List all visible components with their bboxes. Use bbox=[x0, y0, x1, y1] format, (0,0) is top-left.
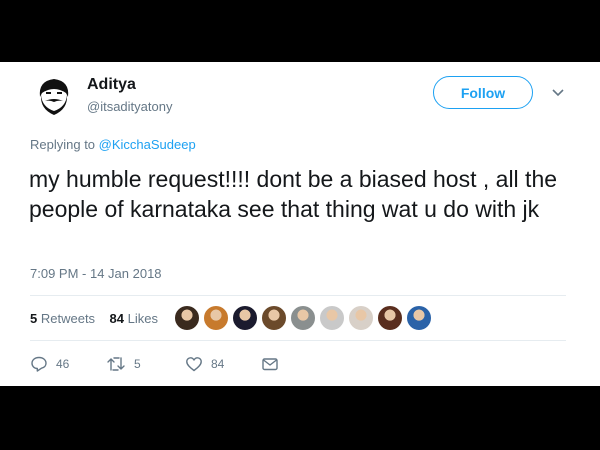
likes-count: 84 bbox=[109, 311, 124, 326]
follow-button[interactable]: Follow bbox=[433, 76, 533, 109]
like-count: 84 bbox=[211, 357, 225, 371]
liker-avatar[interactable] bbox=[348, 305, 374, 331]
retweets-count: 5 bbox=[30, 311, 38, 326]
liker-avatar[interactable] bbox=[174, 305, 200, 331]
reply-count: 46 bbox=[56, 357, 70, 371]
envelope-icon bbox=[262, 358, 278, 371]
retweet-count: 5 bbox=[134, 357, 141, 371]
reply-action[interactable]: 46 bbox=[30, 354, 69, 374]
liker-avatar[interactable] bbox=[406, 305, 432, 331]
likes-stat[interactable]: 84 Likes bbox=[110, 311, 158, 326]
retweets-label: Retweets bbox=[40, 311, 96, 326]
liker-avatar[interactable] bbox=[319, 305, 345, 331]
retweet-icon bbox=[107, 357, 125, 371]
tweet-text: my humble request!!!! dont be a biased h… bbox=[29, 166, 558, 222]
divider bbox=[30, 340, 566, 341]
liker-avatar[interactable] bbox=[377, 305, 403, 331]
retweets-stat[interactable]: 5 Retweets bbox=[30, 311, 95, 326]
tweet-stats: 5 Retweets 84 Likes bbox=[30, 311, 158, 326]
mustache-face-icon bbox=[32, 73, 76, 117]
reply-icon bbox=[31, 356, 47, 372]
user-handle[interactable]: @itsadityatony bbox=[87, 99, 172, 114]
liker-avatar[interactable] bbox=[232, 305, 258, 331]
replying-to-label: Replying to bbox=[30, 137, 99, 152]
tweet-card: Aditya @itsadityatony Follow Replying to… bbox=[0, 62, 600, 386]
liker-avatar[interactable] bbox=[261, 305, 287, 331]
retweet-action[interactable]: 5 bbox=[106, 354, 141, 374]
replying-to: Replying to @KicchaSudeep bbox=[30, 137, 196, 152]
mention-link[interactable]: @KicchaSudeep bbox=[99, 137, 196, 152]
heart-icon bbox=[186, 357, 202, 372]
liker-avatar[interactable] bbox=[203, 305, 229, 331]
chevron-down-icon[interactable] bbox=[551, 88, 565, 98]
likes-label: Likes bbox=[127, 311, 158, 326]
liker-avatar[interactable] bbox=[290, 305, 316, 331]
direct-message-action[interactable] bbox=[261, 354, 279, 374]
user-avatar[interactable] bbox=[32, 73, 76, 117]
like-action[interactable]: 84 bbox=[185, 354, 224, 374]
divider bbox=[30, 295, 566, 296]
user-name[interactable]: Aditya bbox=[87, 76, 136, 94]
tweet-timestamp[interactable]: 7:09 PM - 14 Jan 2018 bbox=[30, 266, 162, 281]
